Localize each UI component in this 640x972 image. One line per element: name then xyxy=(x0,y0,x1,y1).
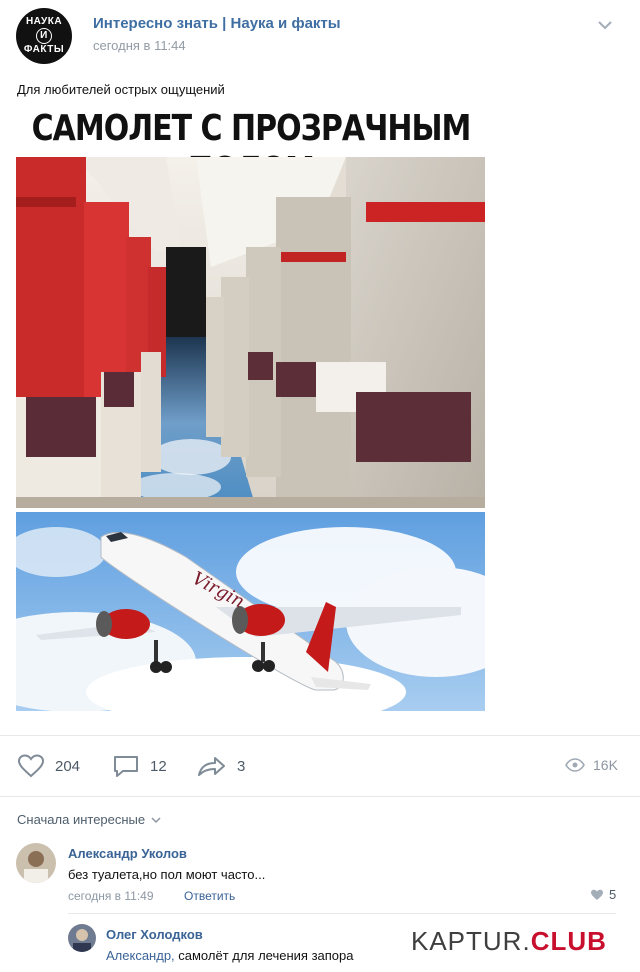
comment-count: 12 xyxy=(150,757,167,775)
commenter-avatar[interactable] xyxy=(16,843,56,883)
views-count: 16K xyxy=(593,757,618,773)
avatar-line-1: НАУКА xyxy=(25,16,63,27)
watermark-part2: CLUB xyxy=(530,925,607,956)
heart-icon xyxy=(17,754,45,778)
group-name-link[interactable]: Интересно знать | Наука и факты xyxy=(93,15,341,32)
like-count: 204 xyxy=(55,757,81,775)
commenter-avatar[interactable] xyxy=(68,924,96,952)
avatar-line-3: ФАКТЫ xyxy=(23,44,65,55)
airplane-photo[interactable]: Virgin xyxy=(16,512,485,711)
sort-label: Сначала интересные xyxy=(17,812,146,827)
share-count: 3 xyxy=(237,757,246,775)
divider xyxy=(68,913,616,914)
divider xyxy=(0,796,640,797)
divider xyxy=(0,735,640,736)
watermark-part1: KAPTUR. xyxy=(411,925,531,956)
like-button[interactable]: 204 xyxy=(17,754,80,778)
chevron-down-icon xyxy=(151,816,161,823)
site-watermark: KAPTUR. CLUB xyxy=(411,923,611,959)
heart-icon xyxy=(591,889,603,900)
mention-link[interactable]: Александр, xyxy=(106,948,175,963)
comment-icon xyxy=(114,756,138,777)
image-banner-title: САМОЛЕТ С ПРОЗРАЧНЫМ ПОЛОМ xyxy=(31,107,472,192)
post-time[interactable]: сегодня в 11:44 xyxy=(93,38,186,53)
post-text: Для любителей острых ощущений xyxy=(17,82,225,97)
comment-text-body: самолёт для лечения запора xyxy=(174,948,354,963)
share-icon xyxy=(198,757,225,776)
share-button[interactable]: 3 xyxy=(197,754,245,778)
comment-like-button[interactable]: 5 xyxy=(590,887,616,902)
avatar-line-2: И xyxy=(36,28,52,44)
comment-button[interactable]: 12 xyxy=(112,754,167,778)
comment-time[interactable]: сегодня в 11:49 xyxy=(68,889,154,903)
chevron-down-icon[interactable] xyxy=(596,18,614,32)
group-avatar[interactable]: НАУКА И ФАКТЫ xyxy=(16,8,72,64)
comment-text: без туалета,но пол моют часто... xyxy=(68,867,266,882)
comment-like-count: 5 xyxy=(609,887,617,902)
comment-text: Александр, самолёт для лечения запора xyxy=(106,948,353,963)
comments-sort-dropdown[interactable]: Сначала интересные xyxy=(17,812,161,827)
reply-button[interactable]: Ответить xyxy=(184,889,235,903)
comment-author-link[interactable]: Олег Холодков xyxy=(106,927,203,942)
views-counter: 16K xyxy=(565,757,618,773)
cabin-photo[interactable] xyxy=(16,157,485,508)
eye-icon xyxy=(565,758,585,772)
comment-author-link[interactable]: Александр Уколов xyxy=(68,846,187,861)
